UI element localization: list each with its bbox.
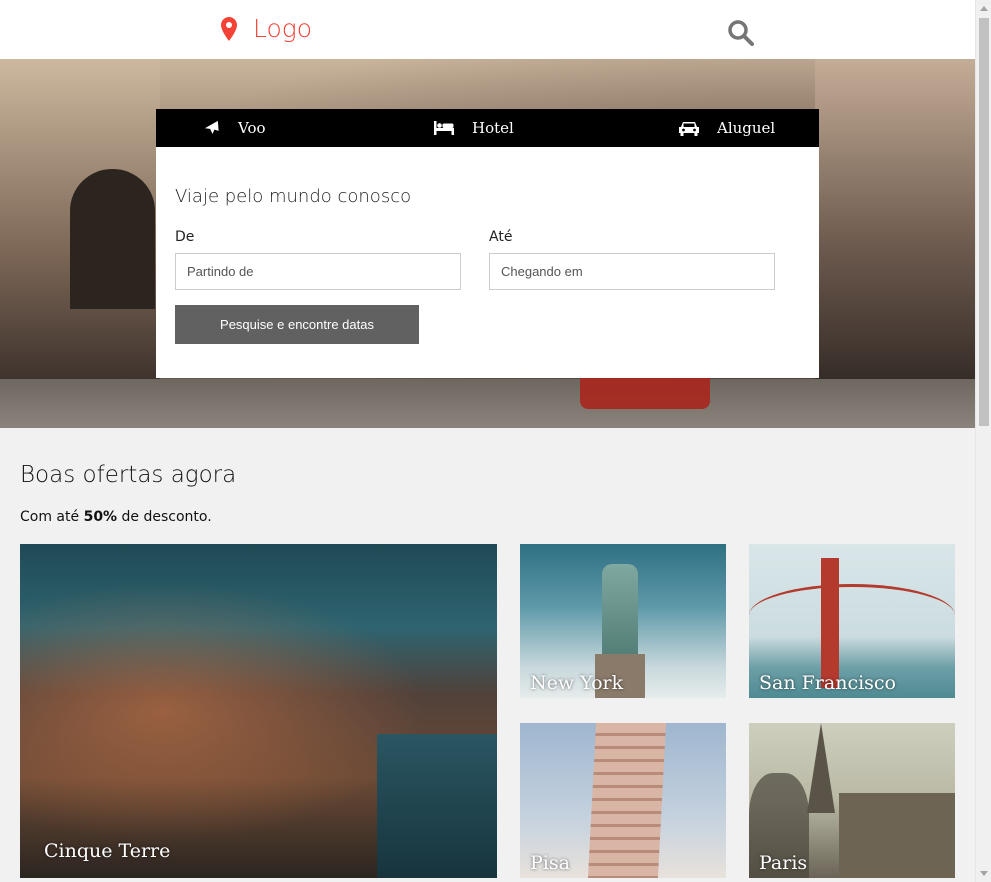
offers-subtitle: Com até 50% de desconto. [20, 509, 212, 525]
card-bridge-tower [821, 558, 839, 688]
card-leaning-tower [587, 723, 667, 878]
scroll-up-arrow-icon[interactable] [980, 6, 988, 11]
offer-card-name: New York [530, 672, 624, 694]
offer-card-pisa[interactable]: Pisa [520, 723, 726, 878]
card-building [839, 793, 955, 878]
car-icon [679, 121, 699, 136]
logo[interactable]: Logo [221, 14, 312, 43]
offers-title: Boas ofertas agora [20, 462, 237, 488]
card-sea [377, 734, 497, 878]
offer-card-name: San Francisco [759, 672, 896, 694]
offer-card-paris[interactable]: Paris [749, 723, 955, 878]
card-statue [602, 564, 638, 664]
scroll-down-arrow-icon[interactable] [980, 871, 988, 876]
map-marker-icon [221, 16, 237, 41]
logo-label: Logo [253, 14, 313, 43]
to-input[interactable] [489, 253, 775, 290]
tab-hotel-label: Hotel [472, 119, 514, 137]
from-input[interactable] [175, 253, 461, 290]
from-label: De [175, 229, 195, 245]
bed-icon [434, 121, 454, 135]
tab-aluguel-label: Aluguel [717, 119, 776, 137]
offers-subtitle-prefix: Com até [20, 509, 80, 525]
top-bar: Logo [0, 0, 975, 59]
to-label: Até [489, 229, 513, 245]
tab-hotel[interactable]: Hotel [434, 109, 514, 147]
card-bridge-cable [749, 584, 955, 647]
tab-voo-label: Voo [238, 119, 266, 137]
hero-road [0, 379, 975, 428]
offer-card-name: Cinque Terre [44, 840, 171, 862]
tab-voo[interactable]: Voo [204, 109, 266, 147]
offer-card-san-francisco[interactable]: San Francisco [749, 544, 955, 698]
offers-subtitle-suffix: de desconto. [121, 509, 212, 525]
offer-card-name: Pisa [530, 852, 570, 874]
card-eiffel-tower [807, 723, 835, 813]
search-icon[interactable] [727, 19, 755, 47]
offers-discount: 50% [83, 509, 118, 525]
booking-panel: Voo Hotel Aluguel Viaje pelo mundo conos… [156, 109, 819, 378]
scrollbar-thumb[interactable] [979, 18, 989, 426]
hero-building-right [815, 59, 975, 399]
offer-card-cinque-terre[interactable]: Cinque Terre [20, 544, 497, 878]
booking-title: Viaje pelo mundo conosco [175, 186, 412, 207]
search-dates-button[interactable]: Pesquise e encontre datas [175, 305, 419, 344]
booking-tabs: Voo Hotel Aluguel [156, 109, 819, 147]
tab-aluguel[interactable]: Aluguel [679, 109, 775, 147]
plane-icon [204, 120, 219, 134]
offer-card-new-york[interactable]: New York [520, 544, 726, 698]
hero-arch [70, 169, 155, 309]
page-scrollbar[interactable] [975, 0, 991, 882]
offer-card-name: Paris [759, 852, 808, 874]
